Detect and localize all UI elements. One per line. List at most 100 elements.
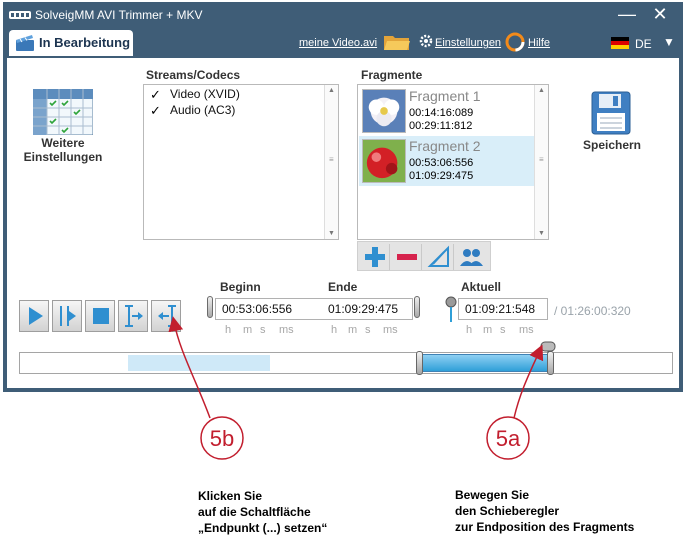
edit-fragment-icon [427, 245, 449, 267]
stop-button[interactable] [85, 300, 115, 332]
start-label: Beginn [220, 280, 261, 294]
stream-item-video[interactable]: ✓ Video (XVID) [150, 87, 320, 103]
fragments-scrollbar[interactable]: ▲ ≡ ▼ [534, 85, 548, 239]
clapperboard-icon [16, 35, 34, 51]
go-to-start-button[interactable] [52, 300, 82, 332]
stream-label: Video (XVID) [170, 87, 240, 101]
callout-label-5b: 5b [209, 426, 235, 451]
start-end-time-field[interactable]: 00:53:06:556 01:09:29:475 [215, 298, 413, 320]
unit-minutes: m [483, 324, 493, 336]
unit-ms: ms [383, 324, 398, 336]
gear-icon[interactable] [419, 34, 433, 48]
start-bracket-handle[interactable] [207, 296, 213, 318]
window-title: SolveigMM AVI Trimmer + MKV [35, 8, 203, 22]
flag-de-icon [611, 37, 629, 49]
unit-hours: h [331, 324, 338, 336]
current-time-value[interactable]: 01:09:21:548 [465, 302, 535, 316]
unit-minutes: m [348, 324, 358, 336]
stop-icon [93, 308, 109, 324]
go-to-start-icon [60, 306, 76, 326]
users-icon [460, 249, 483, 266]
help-icon[interactable] [505, 32, 525, 52]
current-position-marker-icon[interactable] [444, 296, 458, 322]
remove-fragment-button[interactable] [392, 244, 422, 270]
note-5a-line-1: Bewegen Sie [455, 488, 530, 502]
stream-label: Audio (AC3) [170, 103, 236, 117]
unit-seconds: s [500, 324, 506, 336]
chevron-down-icon[interactable]: ▼ [663, 35, 675, 49]
timeline-end-knob-icon[interactable] [540, 341, 556, 353]
playback-controls [19, 300, 189, 334]
scroll-grip-icon[interactable]: ≡ [539, 155, 544, 164]
note-5b-line-2: auf die Schaltfläche [198, 505, 311, 519]
app-window: SolveigMM AVI Trimmer + MKV — ✕ In Bearb… [3, 2, 683, 392]
unit-seconds: s [365, 324, 371, 336]
fragment-name: Fragment 2 [409, 138, 481, 154]
fragments-list: Fragment 1 00:14:16:089 00:29:11:812 Fra… [357, 84, 549, 240]
unit-ms: ms [279, 324, 294, 336]
current-time-field[interactable]: 01:09:21:548 [458, 298, 548, 320]
tab-in-bearbeitung[interactable]: In Bearbeitung [9, 30, 133, 56]
checkbox-checked-icon[interactable]: ✓ [150, 88, 163, 101]
fragment-name: Fragment 1 [409, 88, 481, 104]
set-end-icon [158, 305, 176, 327]
settings-button-label[interactable]: Weitere Einstellungen [21, 136, 105, 164]
app-logo-icon [9, 11, 31, 19]
main-panel: Weitere Einstellungen Streams/Codecs ✓ V… [7, 58, 679, 388]
stream-item-audio[interactable]: ✓ Audio (AC3) [150, 103, 320, 119]
streams-scrollbar[interactable]: ▲ ≡ ▼ [324, 85, 338, 239]
set-end-button[interactable] [151, 300, 181, 332]
play-button[interactable] [19, 300, 49, 332]
checkbox-checked-icon[interactable]: ✓ [150, 104, 163, 117]
scroll-down-icon[interactable]: ▼ [535, 230, 548, 237]
file-link[interactable]: meine Video.avi [299, 37, 377, 49]
add-fragment-button[interactable] [360, 244, 390, 270]
settings-link[interactable]: Einstellungen [435, 37, 501, 49]
start-time-value[interactable]: 00:53:06:556 [222, 302, 292, 316]
tab-label: In Bearbeitung [39, 35, 131, 50]
end-time-value[interactable]: 01:09:29:475 [328, 302, 398, 316]
note-5a: Bewegen Sie den Schieberegler zur Endpos… [455, 487, 634, 535]
folder-icon[interactable] [383, 32, 411, 52]
help-link[interactable]: Hilfe [528, 37, 550, 49]
save-icon[interactable] [591, 91, 631, 135]
title-bar: SolveigMM AVI Trimmer + MKV — ✕ [3, 2, 683, 28]
fragment-toolbar [357, 241, 491, 271]
unit-hours: h [225, 324, 232, 336]
fragment-start-time: 00:53:06:556 [409, 157, 474, 169]
fragment-end-time: 01:09:29:475 [409, 170, 474, 182]
unit-seconds: s [260, 324, 266, 336]
language-selector[interactable]: DE [635, 37, 652, 51]
end-label: Ende [328, 280, 358, 294]
note-5b-line-1: Klicken Sie [198, 489, 263, 503]
play-icon [29, 307, 43, 325]
fragment-end-time: 00:29:11:812 [409, 120, 473, 132]
timeline-fragment-1[interactable] [128, 355, 270, 371]
timeline-end-slider[interactable] [547, 351, 554, 375]
timeline-start-handle[interactable] [416, 351, 423, 375]
close-button[interactable]: ✕ [646, 4, 674, 26]
timeline-fragment-2[interactable] [422, 354, 550, 372]
set-start-button[interactable] [118, 300, 148, 332]
timeline-bar[interactable] [19, 341, 673, 375]
streams-title: Streams/Codecs [146, 68, 241, 82]
save-button-label[interactable]: Speichern [575, 138, 649, 152]
fragment-item[interactable]: Fragment 2 00:53:06:556 01:09:29:475 [359, 136, 535, 186]
minimize-button[interactable]: — [613, 4, 641, 26]
scroll-grip-icon[interactable]: ≡ [329, 155, 334, 164]
current-label: Aktuell [461, 280, 502, 294]
streams-list: ✓ Video (XVID) ✓ Audio (AC3) ▲ ≡ ▼ [143, 84, 339, 240]
scroll-down-icon[interactable]: ▼ [325, 230, 338, 237]
users-button[interactable] [456, 244, 486, 270]
scroll-up-icon[interactable]: ▲ [535, 87, 548, 94]
note-5a-line-3: zur Endposition des Fragments [455, 520, 635, 534]
scroll-up-icon[interactable]: ▲ [325, 87, 338, 94]
note-5b: Klicken Sie auf die Schaltfläche „Endpun… [198, 488, 327, 536]
end-bracket-handle[interactable] [414, 296, 420, 318]
note-5b-line-3: „Endpunkt (...) setzen“ [198, 521, 328, 535]
remove-fragment-icon [397, 254, 417, 260]
settings-table-icon[interactable] [33, 89, 93, 135]
edit-fragment-button[interactable] [424, 244, 454, 270]
fragment-item[interactable]: Fragment 1 00:14:16:089 00:29:11:812 [359, 86, 535, 136]
fragment-thumbnail [362, 89, 406, 133]
